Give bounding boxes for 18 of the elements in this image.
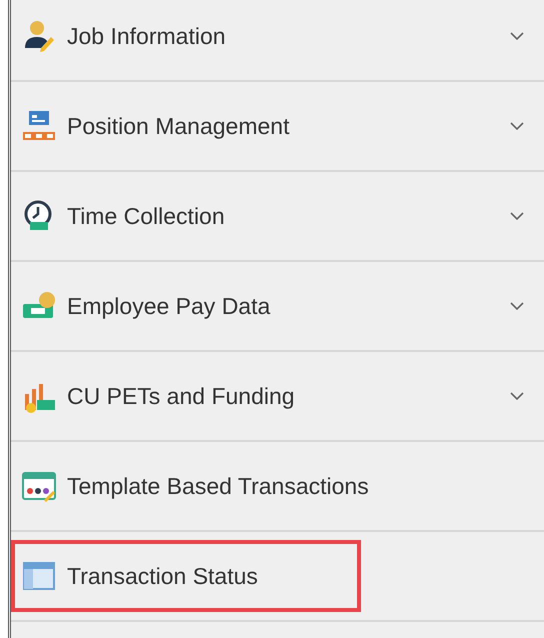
- menu-item[interactable]: Template Based Transactions: [11, 442, 544, 532]
- menu-item[interactable]: Employee Pay Data: [11, 262, 544, 352]
- chevron-down-icon[interactable]: [510, 122, 524, 130]
- menu-item[interactable]: CU PETs and Funding: [11, 352, 544, 442]
- menu-label: Transaction Status: [67, 562, 258, 590]
- menu-label: Job Information: [67, 22, 226, 50]
- menu-item[interactable]: Position Management: [11, 82, 544, 172]
- menu-label: Position Management: [67, 112, 290, 140]
- menu-label: CU PETs and Funding: [67, 382, 295, 410]
- menu-item[interactable]: Job Information: [11, 0, 544, 82]
- menu-label: Template Based Transactions: [67, 472, 369, 500]
- chevron-down-icon[interactable]: [510, 212, 524, 220]
- chevron-down-icon[interactable]: [510, 32, 524, 40]
- menu-label: Time Collection: [67, 202, 225, 230]
- chevron-down-icon[interactable]: [510, 392, 524, 400]
- chevron-down-icon[interactable]: [510, 302, 524, 310]
- menu-label: Employee Pay Data: [67, 292, 270, 320]
- menu-item[interactable]: Time Collection: [11, 172, 544, 262]
